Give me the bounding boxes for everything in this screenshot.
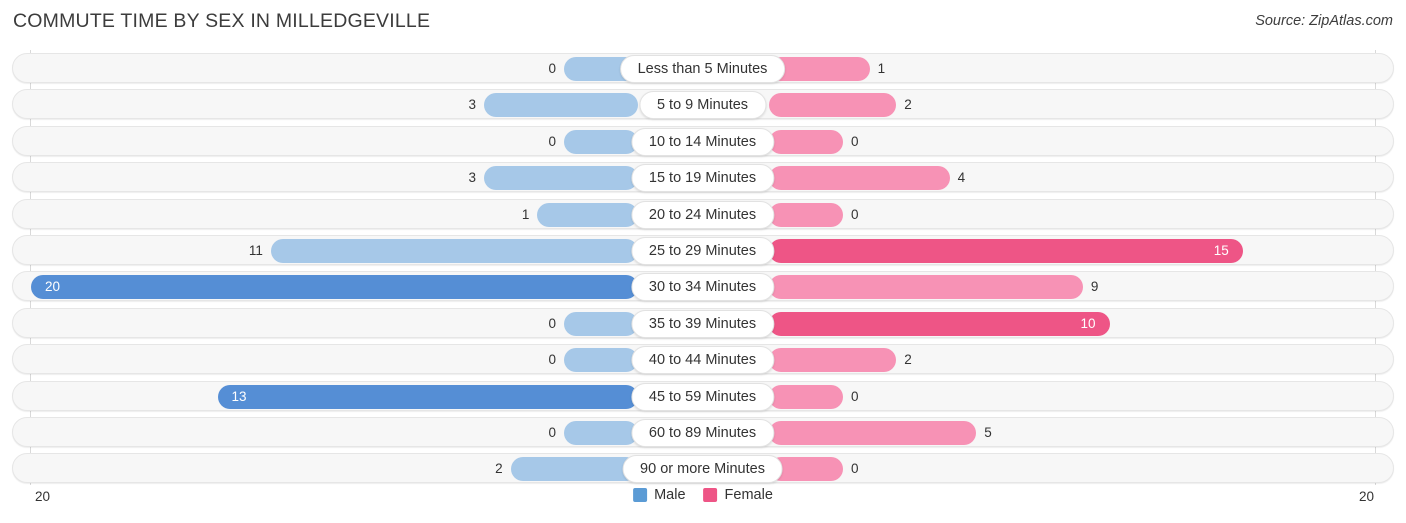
bar-male-value: 11: [248, 243, 263, 258]
bar-male-value: 0: [548, 61, 556, 76]
bar-male-value: 0: [548, 315, 556, 331]
legend-label-male: Male: [654, 487, 686, 503]
category-label: 25 to 29 Minutes: [630, 237, 775, 265]
chart-row-inner: 0 2 40 to 44 Minutes: [13, 345, 1393, 375]
chart-page: COMMUTE TIME BY SEX IN MILLEDGEVILLE Sou…: [0, 0, 1406, 523]
bar-male[interactable]: [484, 93, 638, 118]
chart-row[interactable]: 0 0 10 to 14 Minutes: [12, 125, 1394, 156]
chart-row[interactable]: 2 0 90 or more Minutes: [12, 453, 1394, 484]
category-label: 15 to 19 Minutes: [630, 164, 775, 193]
bar-female-value: 9: [1090, 279, 1099, 295]
axis-label-left: 20: [35, 489, 51, 504]
bar-male[interactable]: [564, 348, 638, 373]
bar-male[interactable]: [484, 166, 638, 191]
chart-row[interactable]: 13 0 45 to 59 Minutes: [12, 380, 1394, 411]
bar-male-value: 2: [495, 461, 503, 477]
chart-row[interactable]: 20 9 30 to 34 Minutes: [12, 271, 1394, 302]
category-label: Less than 5 Minutes: [619, 55, 786, 83]
bar-female-value: 0: [851, 206, 859, 222]
bar-female[interactable]: [769, 348, 897, 373]
chart-row-inner: 0 1 Less than 5 Minutes: [13, 54, 1393, 83]
bar-male-value: 3: [468, 170, 477, 186]
bar-female[interactable]: [769, 202, 843, 227]
chart-row[interactable]: 3 2 5 to 9 Minutes: [12, 89, 1394, 120]
chart-row[interactable]: 0 5 60 to 89 Minutes: [12, 417, 1394, 447]
bar-female-value: 2: [904, 97, 912, 113]
legend-swatch-female-icon: [703, 488, 718, 502]
chart-row-inner: 13 0 45 to 59 Minutes: [13, 382, 1393, 411]
chart-legend: Male Female: [633, 487, 773, 503]
bar-male-value: 0: [548, 133, 556, 149]
chart-row[interactable]: 3 4 15 to 19 Minutes: [12, 162, 1394, 193]
category-label: 10 to 14 Minutes: [630, 127, 775, 156]
bar-male[interactable]: [537, 202, 638, 227]
bar-female[interactable]: [769, 421, 977, 445]
chart-row-inner: 1 0 20 to 24 Minutes: [13, 200, 1393, 229]
category-label: 45 to 59 Minutes: [630, 382, 775, 411]
bar-male[interactable]: [270, 239, 638, 263]
bar-female[interactable]: [769, 275, 1083, 300]
chart-row[interactable]: 0 10 35 to 39 Minutes: [12, 307, 1394, 338]
chart-row-inner: 20 9 30 to 34 Minutes: [13, 272, 1393, 302]
bar-female-value: 1: [877, 61, 886, 76]
bar-male[interactable]: [564, 311, 638, 336]
bar-male-value: 0: [548, 425, 556, 440]
bar-male-value: 20: [45, 279, 61, 295]
bar-male-value: 3: [468, 97, 477, 113]
bar-male-value: 1: [521, 206, 530, 222]
bar-female-value: 0: [851, 388, 859, 404]
axis-label-right: 20: [1358, 489, 1374, 504]
chart-row-inner: 3 4 15 to 19 Minutes: [13, 163, 1393, 193]
chart-row[interactable]: 11 15 25 to 29 Minutes: [12, 235, 1394, 265]
bar-male-value: 13: [231, 388, 247, 404]
bar-female-value: 4: [957, 170, 966, 186]
chart-row-inner: 0 10 35 to 39 Minutes: [13, 309, 1393, 338]
category-label: 40 to 44 Minutes: [630, 346, 775, 375]
legend-item-male[interactable]: Male: [633, 487, 686, 503]
chart-row[interactable]: 1 0 20 to 24 Minutes: [12, 198, 1394, 229]
bar-female-value: 0: [851, 133, 859, 149]
chart-row-inner: 0 5 60 to 89 Minutes: [13, 418, 1393, 447]
category-label: 35 to 39 Minutes: [630, 309, 775, 338]
bar-female[interactable]: [769, 129, 843, 154]
chart-row-inner: 11 15 25 to 29 Minutes: [13, 236, 1393, 265]
bar-female[interactable]: [769, 384, 843, 409]
legend-label-female: Female: [724, 487, 773, 503]
chart-row[interactable]: 0 1 Less than 5 Minutes: [12, 53, 1394, 83]
legend-swatch-male-icon: [633, 488, 648, 502]
source-attribution: Source: ZipAtlas.com: [1255, 13, 1393, 29]
bar-female-value: 15: [1213, 243, 1229, 258]
bar-male-value: 0: [548, 352, 556, 368]
chart-row-inner: 2 0 90 or more Minutes: [13, 454, 1393, 484]
chart-row-inner: 0 0 10 to 14 Minutes: [13, 127, 1393, 156]
bar-male[interactable]: [564, 421, 638, 445]
category-label: 20 to 24 Minutes: [630, 200, 775, 229]
category-label: 60 to 89 Minutes: [630, 419, 775, 447]
bar-male[interactable]: [31, 275, 638, 300]
bar-female[interactable]: [769, 166, 950, 191]
bar-female-value: 10: [1080, 315, 1096, 331]
bar-female-value: 5: [984, 425, 992, 440]
bar-female[interactable]: [769, 93, 897, 118]
chart-plot-area: 0 1 Less than 5 Minutes 3 2 5 to 9 Minutes 0 0 1…: [0, 50, 1406, 485]
legend-item-female[interactable]: Female: [703, 487, 773, 503]
category-label: 30 to 34 Minutes: [630, 273, 775, 302]
page-title: COMMUTE TIME BY SEX IN MILLEDGEVILLE: [13, 10, 431, 32]
category-label: 90 or more Minutes: [622, 455, 783, 484]
category-label: 5 to 9 Minutes: [638, 91, 767, 120]
chart-row-inner: 3 2 5 to 9 Minutes: [13, 90, 1393, 120]
bar-male[interactable]: [510, 457, 638, 482]
chart-row[interactable]: 0 2 40 to 44 Minutes: [12, 344, 1394, 375]
bar-female-value: 0: [851, 461, 859, 477]
bar-female-value: 2: [904, 352, 912, 368]
bar-male[interactable]: [564, 129, 638, 154]
